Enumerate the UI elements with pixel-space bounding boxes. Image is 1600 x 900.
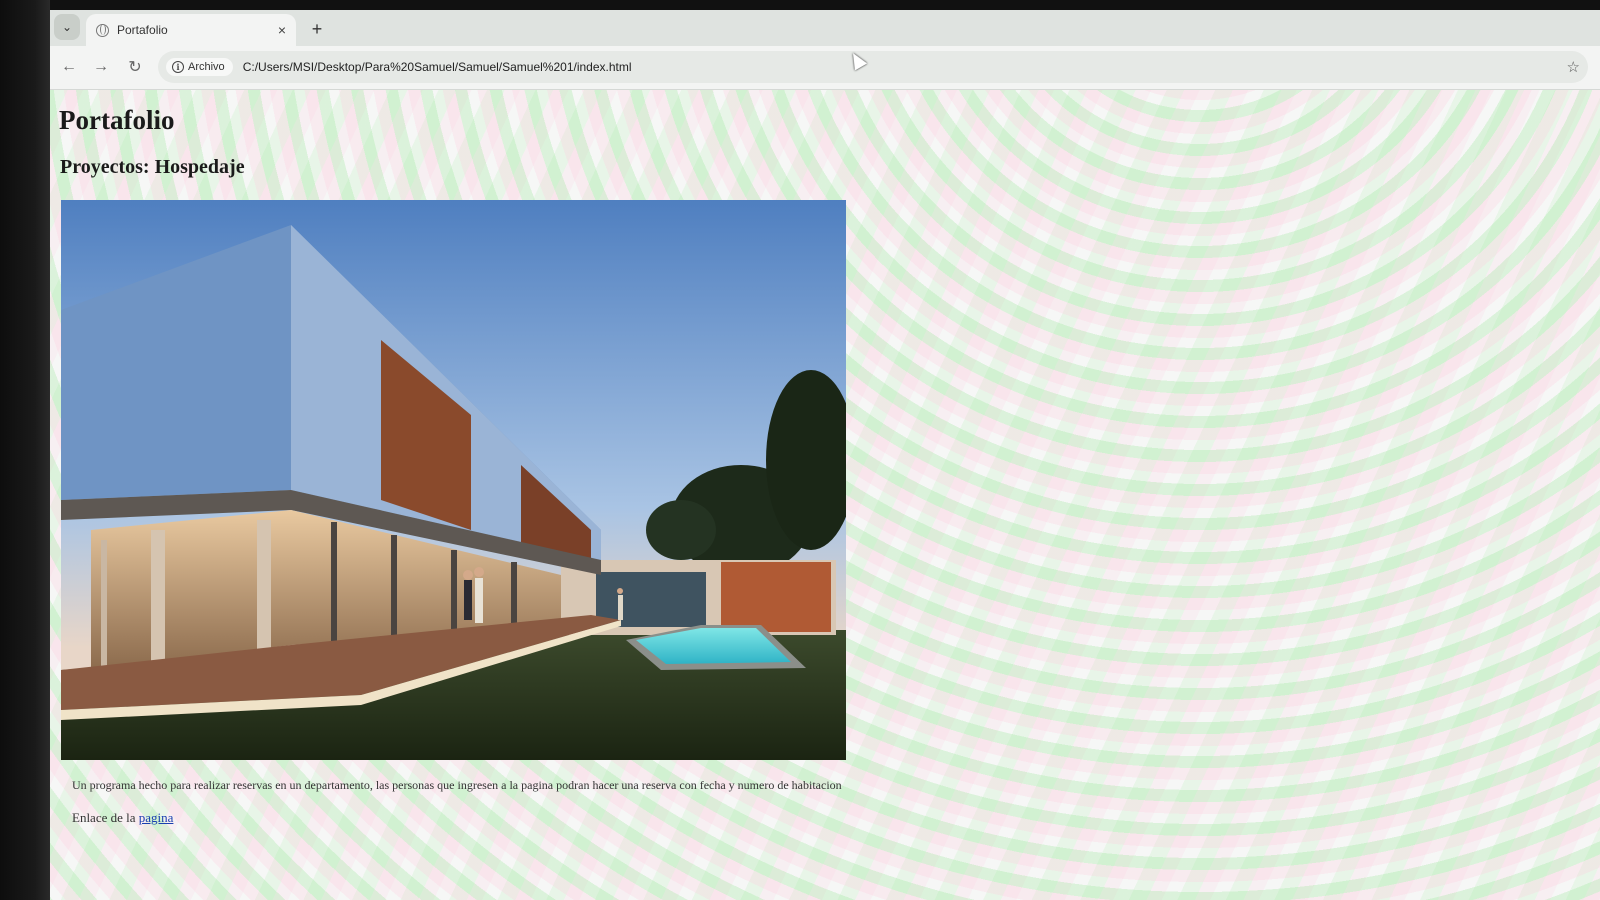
site-info-label: Archivo — [188, 61, 225, 73]
close-icon[interactable]: × — [278, 22, 286, 38]
tab-strip: ⌄ Portafolio × + — [50, 10, 1600, 46]
back-button[interactable]: ← — [56, 54, 82, 80]
project-link[interactable]: pagina — [139, 810, 174, 825]
link-prefix: Enlace de la — [72, 810, 139, 825]
address-bar[interactable]: i Archivo C:/Users/MSI/Desktop/Para%20Sa… — [158, 51, 1588, 83]
info-icon: i — [172, 61, 184, 73]
tab-title: Portafolio — [117, 23, 168, 37]
site-info-chip[interactable]: i Archivo — [166, 58, 233, 76]
new-tab-button[interactable]: + — [304, 16, 330, 42]
url-text[interactable]: C:/Users/MSI/Desktop/Para%20Samuel/Samue… — [243, 60, 1567, 74]
tab-portafolio[interactable]: Portafolio × — [86, 14, 296, 46]
reload-button[interactable]: ↻ — [122, 54, 148, 80]
monitor-bezel-left — [0, 0, 50, 900]
forward-button[interactable]: → — [88, 54, 114, 80]
section-title: Proyectos: Hospedaje — [60, 156, 245, 178]
browser-window: ⌄ Portafolio × + ← → ↻ i Archivo C:/User… — [50, 10, 1600, 900]
globe-icon — [96, 23, 109, 37]
browser-toolbar: ← → ↻ i Archivo C:/Users/MSI/Desktop/Par… — [50, 46, 1600, 90]
star-icon[interactable]: ☆ — [1567, 58, 1580, 76]
project-image — [61, 200, 846, 760]
tab-search-button[interactable]: ⌄ — [54, 14, 80, 40]
project-description: Un programa hecho para realizar reservas… — [72, 778, 842, 792]
chevron-down-icon: ⌄ — [61, 20, 73, 34]
page-title: Portafolio — [59, 105, 175, 135]
link-line: Enlace de la pagina — [72, 810, 173, 826]
page-content: Portafolio Proyectos: Hospedaje Un progr… — [50, 90, 1600, 900]
